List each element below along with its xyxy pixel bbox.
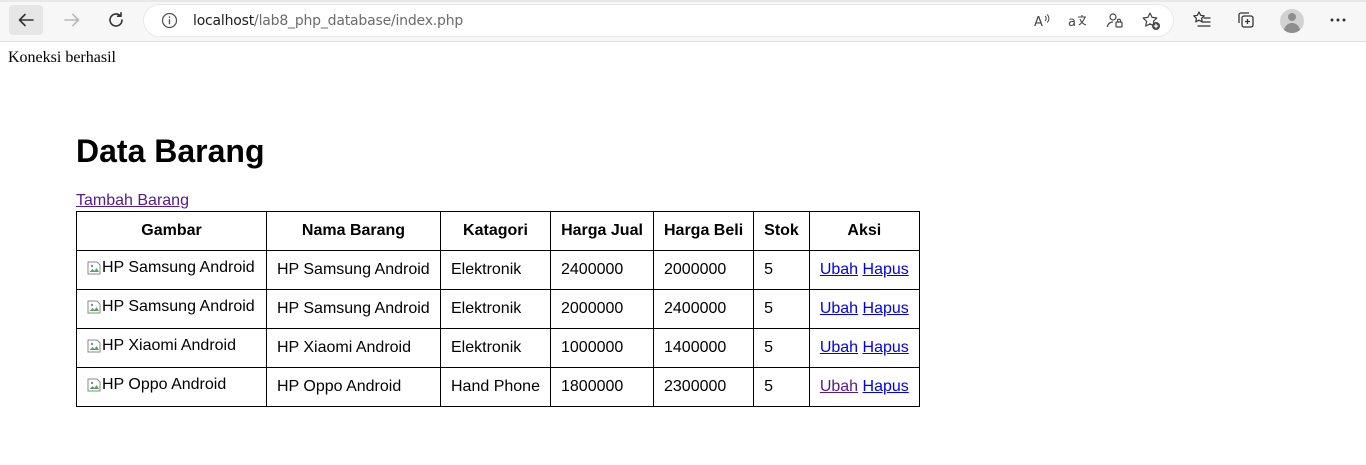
cell-harga-beli: 2300000 — [652, 367, 755, 407]
cell-nama: HP Samsung Android — [266, 289, 441, 329]
cell-harga-jual: 1800000 — [550, 367, 654, 407]
edit-link[interactable]: Ubah — [820, 261, 858, 278]
edit-link[interactable]: Ubah — [820, 300, 858, 317]
add-favorite-icon[interactable] — [1141, 11, 1161, 31]
header-harga-jual: Harga Jual — [550, 211, 654, 251]
arrow-right-icon — [64, 13, 80, 27]
connection-status: Koneksi berhasil — [8, 49, 116, 66]
cell-gambar: HP Oppo Android — [76, 367, 267, 407]
cell-harga-beli: 1400000 — [652, 328, 755, 368]
product-image: HP Samsung Android — [87, 298, 255, 316]
url-text[interactable]: localhost/lab8_php_database/index.php — [193, 13, 463, 29]
cell-harga-beli: 2000000 — [652, 250, 755, 290]
more-options-icon[interactable] — [1326, 8, 1350, 32]
profile-avatar[interactable] — [1280, 9, 1304, 33]
product-image: HP Oppo Android — [87, 376, 226, 394]
url-host: localhost — [193, 13, 255, 29]
image-alt-text: HP Xiaomi Android — [102, 337, 236, 354]
cell-nama: HP Oppo Android — [266, 367, 441, 407]
reload-icon — [109, 12, 123, 27]
cell-aksi: Ubah Hapus — [808, 328, 920, 368]
header-aksi: Aksi — [808, 211, 920, 251]
table-row: HP Samsung Android HP Samsung Android El… — [76, 289, 920, 329]
delete-link[interactable]: Hapus — [863, 339, 909, 356]
cell-gambar: HP Samsung Android — [76, 289, 267, 329]
broken-image-icon — [87, 261, 101, 275]
broken-image-icon — [87, 339, 101, 353]
arrow-left-icon — [18, 13, 34, 27]
cell-stok: 5 — [753, 250, 810, 290]
browser-toolbar: localhost/lab8_php_database/index.php A … — [0, 0, 1366, 42]
cell-kategori: Hand Phone — [440, 367, 551, 407]
reload-button[interactable] — [99, 5, 133, 35]
cell-aksi: Ubah Hapus — [808, 250, 920, 290]
favorites-list-icon[interactable] — [1190, 8, 1214, 32]
svg-text:A: A — [1034, 15, 1043, 30]
cell-harga-beli: 2400000 — [652, 289, 755, 329]
cell-stok: 5 — [753, 367, 810, 407]
page-title: Data Barang — [76, 133, 265, 169]
add-item-link[interactable]: Tambah Barang — [76, 192, 189, 210]
cell-gambar: HP Samsung Android — [76, 250, 267, 290]
header-harga-beli: Harga Beli — [652, 211, 755, 251]
cell-harga-jual: 1000000 — [550, 328, 654, 368]
table-row: HP Samsung Android HP Samsung Android El… — [76, 250, 920, 290]
svg-text:a: a — [1068, 15, 1076, 30]
cell-nama: HP Xiaomi Android — [266, 328, 441, 368]
read-aloud-icon[interactable]: A — [1032, 11, 1052, 31]
cell-kategori: Elektronik — [440, 289, 551, 329]
product-image: HP Xiaomi Android — [87, 337, 236, 355]
cell-stok: 5 — [753, 289, 810, 329]
collections-icon[interactable] — [1234, 8, 1258, 32]
cell-stok: 5 — [753, 328, 810, 368]
delete-link[interactable]: Hapus — [863, 300, 909, 317]
header-stok: Stok — [753, 211, 810, 251]
cell-aksi: Ubah Hapus — [808, 367, 920, 407]
cell-kategori: Elektronik — [440, 328, 551, 368]
cell-aksi: Ubah Hapus — [808, 289, 920, 329]
avatar-head — [1288, 13, 1296, 21]
image-alt-text: HP Samsung Android — [102, 259, 255, 276]
cell-gambar: HP Xiaomi Android — [76, 328, 267, 368]
delete-link[interactable]: Hapus — [863, 378, 909, 395]
translate-icon[interactable]: a — [1068, 11, 1088, 31]
edit-link[interactable]: Ubah — [820, 339, 858, 356]
user-lock-icon[interactable] — [1105, 11, 1125, 31]
image-alt-text: HP Samsung Android — [102, 298, 255, 315]
cell-nama: HP Samsung Android — [266, 250, 441, 290]
tab-strip-edge — [0, 0, 1366, 2]
forward-button[interactable] — [55, 5, 89, 35]
cell-harga-jual: 2000000 — [550, 289, 654, 329]
header-nama-barang: Nama Barang — [266, 211, 441, 251]
cell-harga-jual: 2400000 — [550, 250, 654, 290]
table-row: HP Oppo Android HP Oppo Android Hand Pho… — [76, 367, 920, 407]
image-alt-text: HP Oppo Android — [102, 376, 227, 393]
broken-image-icon — [87, 378, 101, 392]
back-button[interactable] — [9, 5, 43, 35]
delete-link[interactable]: Hapus — [863, 261, 909, 278]
header-katagori: Katagori — [440, 211, 551, 251]
broken-image-icon — [87, 300, 101, 314]
table-header-row: Gambar Nama Barang Katagori Harga Jual H… — [76, 211, 920, 251]
cell-kategori: Elektronik — [440, 250, 551, 290]
items-table: Gambar Nama Barang Katagori Harga Jual H… — [76, 211, 920, 407]
info-icon[interactable] — [161, 12, 178, 29]
url-path: /lab8_php_database/index.php — [254, 13, 464, 29]
edit-link[interactable]: Ubah — [820, 378, 858, 395]
avatar-body — [1284, 23, 1300, 33]
product-image: HP Samsung Android — [87, 259, 255, 277]
table-row: HP Xiaomi Android HP Xiaomi Android Elek… — [76, 328, 920, 368]
header-gambar: Gambar — [76, 211, 267, 251]
address-bar[interactable]: localhost/lab8_php_database/index.php A … — [144, 5, 1173, 36]
